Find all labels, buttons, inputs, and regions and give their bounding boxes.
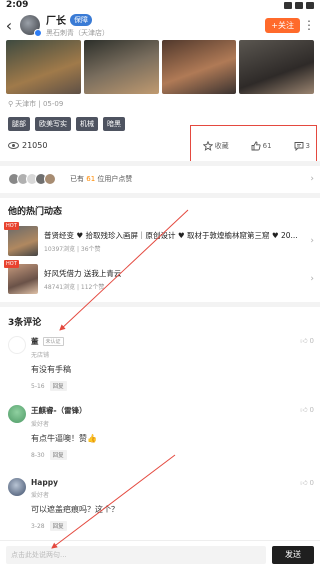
commenter-name[interactable]: 董 [31, 336, 39, 347]
author-shop: 黑石刺青（天津店） [46, 29, 109, 37]
post-image[interactable] [83, 40, 159, 94]
comment-item: 董 未认证 无店铺 👍︎ 0 有没有手稿 5-16 回复 [8, 336, 314, 391]
section-divider [0, 193, 320, 198]
reply-button[interactable]: 回复 [49, 381, 67, 391]
section-divider [0, 161, 320, 166]
tag-list: 腿部 欧美写实 机械 暗黑 [8, 117, 125, 131]
more-dots-icon[interactable]: ⋮ [300, 18, 318, 32]
hot-post-item[interactable]: HOT 普贤经变 ♥ 拾取残珍入画屏｜原创设计 ♥ 取材于敦煌榆林窟第三窟 ♥ … [4, 222, 314, 258]
battery-icon [306, 1, 314, 9]
chevron-right-icon: › [310, 236, 314, 246]
commenter-role: 爱好者 [31, 492, 50, 499]
comment-item: Happy 爱好者 👍︎ 0 可以遮盖疤痕吗？这个？ 3-28 回复 [8, 478, 314, 531]
reply-button[interactable]: 回复 [49, 521, 67, 531]
tag-item[interactable]: 机械 [76, 117, 98, 131]
post-thumbnail: HOT [4, 222, 38, 256]
view-count: 21050 [8, 141, 47, 150]
commenter-role: 无店铺 [31, 352, 50, 359]
comment-like-button[interactable]: 👍︎ 0 [300, 405, 314, 415]
post-image[interactable] [161, 40, 237, 94]
commenter-name[interactable]: Happy [31, 478, 58, 487]
author-tag: 保障 [70, 13, 92, 26]
post-image-strip [6, 40, 314, 94]
comment-input[interactable] [6, 545, 266, 564]
back-arrow-icon[interactable]: ‹ [0, 10, 18, 40]
comment-like-count: 0 [309, 336, 314, 345]
comment-like-count: 0 [309, 478, 314, 487]
commenter-avatar[interactable] [8, 478, 26, 496]
hot-badge: HOT [4, 222, 19, 230]
top-bar: ‹ 厂长 保障 黑石刺青（天津店） +关注 ⋮ [0, 10, 320, 40]
eye-icon [8, 142, 19, 149]
commenter-name[interactable]: 王麒睿-（雷锋） [31, 405, 87, 416]
likers-prefix: 已有 [70, 175, 84, 183]
comment-date: 3-28 [31, 522, 45, 530]
comment-input-bar: 发送 [0, 540, 320, 568]
likers-suffix: 位用户点赞 [97, 175, 133, 183]
post-thumbnail: HOT [4, 260, 38, 294]
thumbs-up-icon: 👍︎ [300, 406, 308, 414]
comment-like-button[interactable]: 👍︎ 0 [300, 336, 314, 346]
comment-text: 有没有手稿 [31, 365, 71, 374]
comment-like-button[interactable]: 👍︎ 0 [300, 478, 314, 488]
hot-post-title: 普贤经变 ♥ 拾取残珍入画屏｜原创设计 ♥ 取材于敦煌榆林窟第三窟 ♥ 20..… [44, 230, 298, 240]
comment-text: 可以遮盖疤痕吗？这个？ [31, 505, 119, 514]
location-text: 天津市 | 05-09 [15, 100, 64, 108]
author-avatar[interactable] [20, 15, 42, 37]
thumbs-up-icon: 👍︎ [300, 337, 308, 345]
commenter-avatar[interactable] [8, 336, 26, 354]
comment-item: 王麒睿-（雷锋） 爱好者 👍︎ 0 有点牛逼噢！赞👍 8-30 回复 [8, 405, 314, 460]
chevron-right-icon: › [310, 274, 314, 284]
tag-item[interactable]: 暗黑 [103, 117, 125, 131]
view-count-value: 21050 [22, 141, 48, 150]
tag-item[interactable]: 腿部 [8, 117, 30, 131]
likers-text: 已有 61 位用户点赞 [70, 174, 132, 184]
signal-icon [295, 1, 303, 9]
location-pin-icon: ⚲ [8, 100, 14, 108]
comment-like-count: 0 [309, 405, 314, 414]
status-icons [284, 1, 314, 9]
hot-post-item[interactable]: HOT 好风凭借力 送我上青云 48741浏览 | 112个赞 › [4, 260, 314, 296]
comment-text: 有点牛逼噢！赞👍 [31, 434, 97, 443]
likers-count: 61 [86, 175, 96, 183]
author-name: 厂长 [46, 16, 66, 27]
annotation-highlight-box [190, 125, 317, 165]
status-time: 2:09 [6, 0, 29, 10]
commenter-role: 爱好者 [31, 421, 50, 428]
section-divider [0, 302, 320, 307]
commenter-avatar[interactable] [8, 405, 26, 423]
wifi-icon [284, 1, 292, 9]
hot-section-title: 他的热门动态 [8, 207, 63, 217]
hot-post-meta: 48741浏览 | 112个赞 [44, 283, 105, 291]
hot-badge: HOT [4, 260, 19, 268]
liker-avatar [44, 173, 56, 185]
follow-button[interactable]: +关注 [265, 17, 300, 33]
reply-button[interactable]: 回复 [49, 450, 67, 460]
comment-date: 8-30 [31, 451, 45, 459]
post-image[interactable] [239, 40, 314, 94]
hot-post-meta: 10397浏览 | 36个赞 [44, 245, 101, 253]
author-info[interactable]: 厂长 保障 黑石刺青（天津店） [46, 12, 109, 38]
chevron-right-icon: › [310, 174, 314, 184]
verified-icon [34, 29, 42, 37]
likers-row[interactable]: 已有 61 位用户点赞 › [8, 170, 314, 188]
send-button[interactable]: 发送 [272, 545, 314, 564]
post-image[interactable] [6, 40, 81, 94]
status-bar: 2:09 [0, 0, 320, 10]
comments-section-title: 3条评论 [8, 318, 42, 328]
post-location: ⚲ 天津市 | 05-09 [8, 99, 63, 109]
thumbs-up-icon: 👍︎ [300, 479, 308, 487]
tag-item[interactable]: 欧美写实 [35, 117, 71, 131]
hot-post-title: 好风凭借力 送我上青云 [44, 268, 122, 278]
commenter-badge: 未认证 [42, 337, 64, 346]
comment-date: 5-16 [31, 382, 45, 390]
